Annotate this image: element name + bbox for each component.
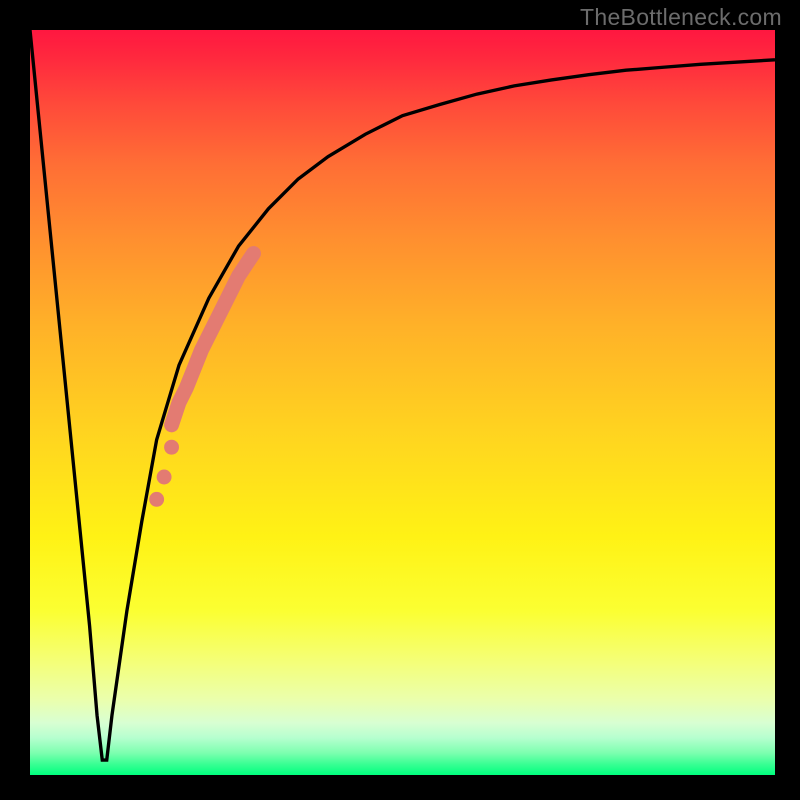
- highlight-dot: [157, 470, 172, 485]
- chart-container: TheBottleneck.com: [0, 0, 800, 800]
- watermark-label: TheBottleneck.com: [580, 4, 782, 31]
- chart-svg: [30, 30, 775, 775]
- plot-area: [30, 30, 775, 775]
- highlight-dot: [149, 492, 164, 507]
- highlight-dot: [164, 440, 179, 455]
- highlight-band: [172, 254, 254, 425]
- bottleneck-curve: [30, 30, 775, 760]
